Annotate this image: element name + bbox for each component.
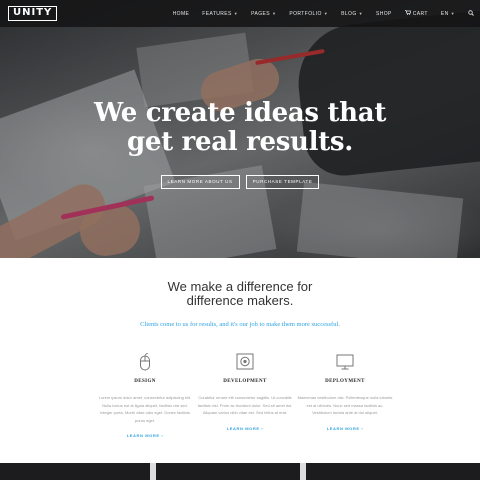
language-label: EN	[440, 10, 449, 17]
intro-section: We make a difference for difference make…	[0, 280, 480, 329]
next-section-strip	[0, 463, 480, 480]
hero-headline: We create ideas that get real results.	[0, 99, 480, 157]
nav-item-label: SHOP	[375, 10, 392, 17]
nav-item-label: PAGES	[251, 10, 270, 17]
feature-development: DEVELOPMENT Curabitur ornare elit consec…	[195, 352, 295, 442]
mouse-icon	[95, 352, 195, 371]
learn-more-link[interactable]: LEARN MORE ›	[227, 426, 264, 431]
feature-text: Maecenas vestibulum nisl. Pellentesque n…	[297, 395, 393, 415]
language-selector[interactable]: EN ▼	[441, 11, 455, 17]
intro-title-line1: We make a difference for	[167, 279, 313, 294]
top-navbar: UNITY HOME FEATURES ▼ PAGES ▼ PORTFOLIO …	[0, 0, 480, 27]
feature-title: DEVELOPMENT	[223, 379, 267, 384]
feature-text: Curabitur ornare elit consectetur sagitt…	[197, 395, 293, 415]
hero-section: We create ideas that get real results. L…	[0, 0, 480, 258]
chevron-right-icon: ›	[161, 433, 164, 438]
chevron-down-icon: ▼	[272, 11, 277, 16]
feature-deployment: DEPLOYMENT Maecenas vestibulum nisl. Pel…	[295, 352, 395, 442]
nav-item-pages[interactable]: PAGES ▼	[251, 11, 276, 17]
nav-menu: HOME FEATURES ▼ PAGES ▼ PORTFOLIO ▼ BLOG…	[160, 0, 474, 27]
strip-divider	[150, 463, 156, 480]
nav-item-label: BLOG	[341, 10, 357, 17]
intro-subtitle: Clients come to us for results, and it's…	[140, 321, 340, 328]
nav-item-features[interactable]: FEATURES ▼	[202, 11, 238, 17]
feature-title: DESIGN	[134, 379, 156, 384]
monitor-settings-icon	[195, 352, 295, 371]
chevron-down-icon: ▼	[450, 11, 455, 16]
chevron-right-icon: ›	[261, 425, 264, 431]
hero-content: We create ideas that get real results. L…	[0, 99, 480, 189]
strip-divider	[300, 463, 306, 480]
chevron-down-icon: ▼	[323, 11, 329, 16]
nav-item-label: PORTFOLIO	[289, 10, 322, 17]
feature-text: Lorem ipsum dolor amet, consectetur adip…	[98, 395, 192, 423]
nav-item-shop[interactable]: SHOP	[376, 11, 392, 17]
chevron-right-icon: ›	[361, 425, 364, 431]
intro-title-line2: difference makers.	[186, 293, 294, 308]
feature-title: DEPLOYMENT	[325, 379, 365, 384]
search-icon	[468, 9, 474, 18]
learn-more-link[interactable]: LEARN MORE ›	[327, 426, 364, 431]
brand-logo[interactable]: UNITY	[8, 6, 58, 21]
hero-headline-line1: We create ideas that	[93, 98, 387, 128]
hero-headline-line2: get real results.	[126, 127, 354, 157]
cart-icon	[404, 10, 412, 17]
learn-more-label: LEARN MORE	[126, 433, 160, 438]
nav-item-portfolio[interactable]: PORTFOLIO ▼	[289, 11, 328, 17]
nav-item-label: FEATURES	[202, 10, 232, 17]
nav-item-home[interactable]: HOME	[173, 11, 190, 17]
chevron-down-icon: ▼	[233, 11, 239, 16]
chevron-down-icon: ▼	[358, 11, 363, 16]
nav-search[interactable]	[468, 9, 474, 18]
cart-label: CART	[412, 10, 428, 17]
feature-design: DESIGN Lorem ipsum dolor amet, consectet…	[95, 352, 195, 442]
nav-item-label: HOME	[172, 10, 190, 17]
learn-more-link[interactable]: LEARN MORE ›	[127, 433, 164, 438]
monitor-icon	[295, 352, 395, 371]
hero-buttons: LEARN MORE ABOUT US PURCHASE TEMPLATE	[0, 175, 480, 189]
learn-more-label: LEARN MORE	[226, 425, 260, 431]
nav-cart[interactable]: CART	[404, 10, 428, 17]
nav-item-blog[interactable]: BLOG ▼	[341, 11, 363, 17]
learn-more-label: LEARN MORE	[326, 425, 360, 431]
learn-more-about-us-button[interactable]: LEARN MORE ABOUT US	[160, 175, 240, 189]
features-section: DESIGN Lorem ipsum dolor amet, consectet…	[95, 352, 395, 442]
intro-title: We make a difference for difference make…	[0, 280, 480, 308]
purchase-template-button[interactable]: PURCHASE TEMPLATE	[245, 175, 320, 189]
